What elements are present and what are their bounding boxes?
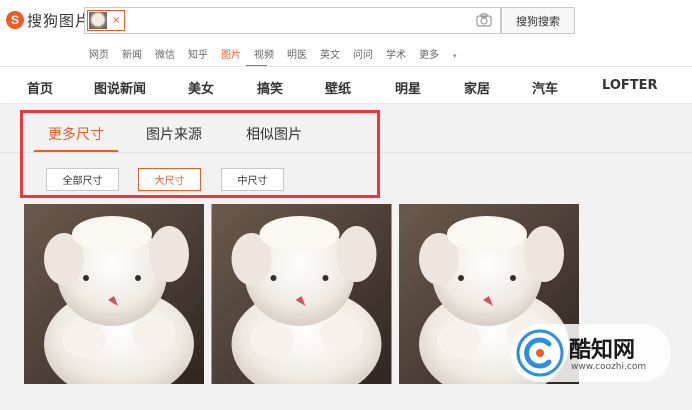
search-input[interactable]: × <box>84 7 501 34</box>
lamb-plush-image <box>24 204 204 384</box>
camera-icon[interactable] <box>476 13 492 27</box>
search-image-thumbnail <box>89 12 107 29</box>
cat-link-images[interactable]: 图片 <box>221 46 241 61</box>
sogou-logo[interactable]: S 搜狗图片 <box>6 9 91 31</box>
sogou-logo-icon: S <box>6 11 24 29</box>
search-image-chip: × <box>87 10 125 31</box>
category-links: 网页 新闻 微信 知乎 图片 视频 明医 英文 问问 学术 更多 ▾ <box>89 46 483 61</box>
cat-link-more-label: 更多 <box>419 50 439 61</box>
watermark-url: www.coozhi.com <box>571 362 647 372</box>
search-button[interactable]: 搜狗搜索 <box>501 7 575 34</box>
nav-stars[interactable]: 明星 <box>395 78 421 97</box>
watermark-name: 酷知网 <box>569 338 636 363</box>
lamb-plush-image <box>211 204 392 384</box>
main-nav: 首页 图说新闻 美女 搞笑 壁纸 明星 家居 汽车 LOFTER <box>0 67 692 103</box>
cat-link-video[interactable]: 视频 <box>254 46 274 61</box>
highlight-annotation-box <box>20 110 380 198</box>
remove-image-button[interactable]: × <box>112 15 120 26</box>
nav-beauty[interactable]: 美女 <box>188 78 214 97</box>
nav-news-pictures[interactable]: 图说新闻 <box>94 78 146 97</box>
cat-link-english[interactable]: 英文 <box>320 46 340 61</box>
chevron-down-icon: ▾ <box>453 52 457 60</box>
cat-link-scholar[interactable]: 学术 <box>386 46 406 61</box>
result-image-2[interactable] <box>211 204 392 384</box>
nav-home[interactable]: 首页 <box>27 78 53 97</box>
nav-cars[interactable]: 汽车 <box>532 78 558 97</box>
cat-link-news[interactable]: 新闻 <box>122 46 142 61</box>
nav-lofter[interactable]: LOFTER <box>602 78 658 93</box>
nav-home-decor[interactable]: 家居 <box>464 78 490 97</box>
coozhi-watermark: 酷知网 www.coozhi.com <box>511 324 671 382</box>
result-image-1[interactable] <box>24 204 204 384</box>
cat-link-zhihu[interactable]: 知乎 <box>188 46 208 61</box>
cat-link-web[interactable]: 网页 <box>89 46 109 61</box>
cat-link-medical[interactable]: 明医 <box>287 46 307 61</box>
nav-wallpaper[interactable]: 壁纸 <box>325 78 351 97</box>
cat-link-wechat[interactable]: 微信 <box>155 46 175 61</box>
cat-link-more[interactable]: 更多 ▾ <box>419 46 470 61</box>
nav-funny[interactable]: 搞笑 <box>257 78 283 97</box>
cat-link-wenwen[interactable]: 问问 <box>353 46 373 61</box>
logo-text: 搜狗图片 <box>27 11 92 30</box>
